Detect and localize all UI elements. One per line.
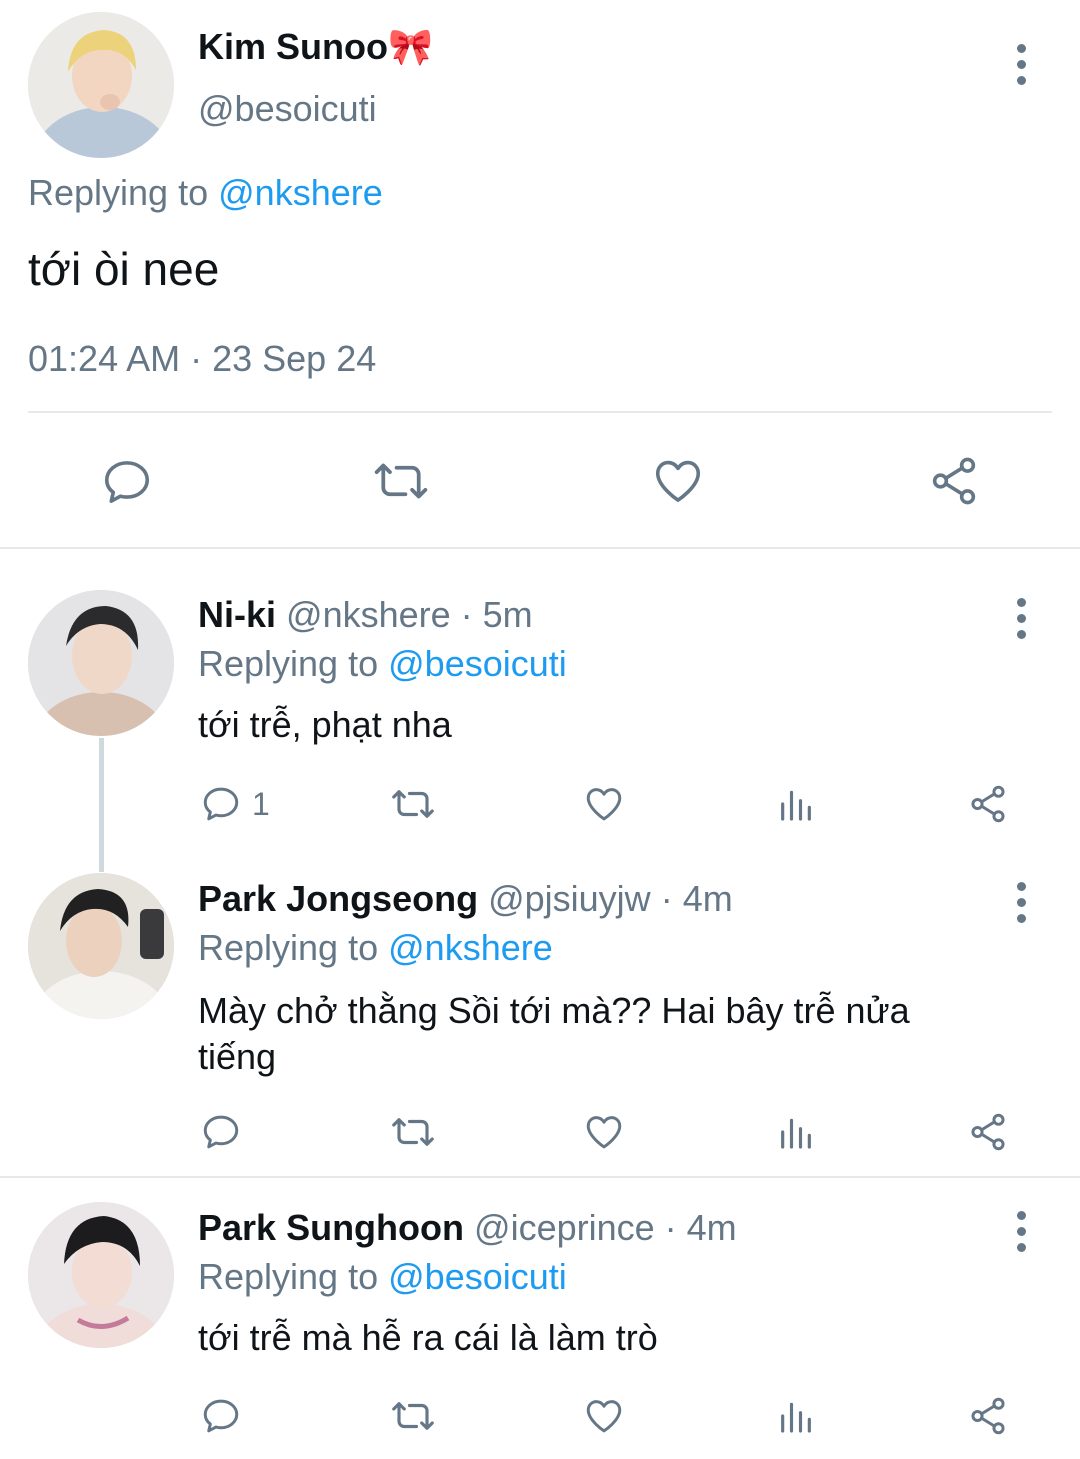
section-divider xyxy=(0,1176,1080,1178)
thread-connector xyxy=(99,738,104,872)
tweet-timestamp: 01:24 AM · 23 Sep 24 xyxy=(28,338,377,379)
reply-count: 1 xyxy=(252,786,270,822)
like-icon[interactable] xyxy=(582,1395,626,1437)
divider xyxy=(28,411,1052,413)
share-icon[interactable] xyxy=(966,1395,1010,1437)
reply-icon[interactable] xyxy=(200,1111,242,1153)
share-icon[interactable] xyxy=(966,783,1010,825)
replying-to-handle-link[interactable]: @nkshere xyxy=(388,927,553,968)
retweet-icon[interactable] xyxy=(388,1395,438,1437)
replying-to-handle-link[interactable]: @nkshere xyxy=(218,172,383,213)
replying-to: Replying to @besoicuti xyxy=(198,1256,567,1298)
more-options-icon[interactable] xyxy=(1014,1211,1028,1252)
replying-prefix: Replying to xyxy=(198,643,379,684)
analytics-icon[interactable] xyxy=(776,1396,816,1436)
avatar-ni-ki[interactable] xyxy=(28,590,174,736)
reply-icon[interactable] xyxy=(200,783,242,825)
display-name-text: Kim Sunoo xyxy=(198,26,388,67)
replying-to-handle-link[interactable]: @besoicuti xyxy=(388,643,567,684)
like-icon[interactable] xyxy=(650,454,706,508)
replying-prefix: Replying to xyxy=(28,172,209,213)
more-options-icon[interactable] xyxy=(1014,598,1028,639)
reply-header: Ni-ki @nkshere · 5m xyxy=(198,594,533,636)
replying-prefix: Replying to xyxy=(198,927,379,968)
replying-to: Replying to @nkshere xyxy=(198,927,553,969)
replying-prefix: Replying to xyxy=(198,1256,379,1297)
avatar-park-sunghoon[interactable] xyxy=(28,1202,174,1348)
author-handle[interactable]: @besoicuti xyxy=(198,88,377,130)
avatar-kim-sunoo[interactable] xyxy=(28,12,174,158)
author-display-name[interactable]: Kim Sunoo🎀 xyxy=(198,26,433,68)
reply-text-line: tiếng xyxy=(198,1036,277,1077)
replying-to-handle-link[interactable]: @besoicuti xyxy=(388,1256,567,1297)
ribbon-emoji: 🎀 xyxy=(387,26,433,67)
reply-display-name[interactable]: Park Jongseong xyxy=(198,878,478,919)
reply-display-name[interactable]: Ni-ki xyxy=(198,594,276,635)
more-options-icon[interactable] xyxy=(1014,44,1028,85)
section-divider xyxy=(0,547,1080,549)
reply-time: · 5m xyxy=(460,594,533,635)
reply-icon[interactable] xyxy=(100,455,154,509)
share-icon[interactable] xyxy=(926,454,982,508)
reply-time: · 4m xyxy=(660,878,733,919)
retweet-icon[interactable] xyxy=(388,1111,438,1153)
reply-handle[interactable]: @iceprince xyxy=(474,1207,655,1248)
replying-to: Replying to @nkshere xyxy=(28,172,383,214)
analytics-icon[interactable] xyxy=(776,1112,816,1152)
avatar-park-jongseong[interactable] xyxy=(28,873,174,1019)
reply-display-name[interactable]: Park Sunghoon xyxy=(198,1207,464,1248)
retweet-icon[interactable] xyxy=(370,454,432,508)
retweet-icon[interactable] xyxy=(388,783,438,825)
like-icon[interactable] xyxy=(582,783,626,825)
analytics-icon[interactable] xyxy=(776,784,816,824)
share-icon[interactable] xyxy=(966,1111,1010,1153)
reply-header: Park Jongseong @pjsiuyjw · 4m xyxy=(198,878,733,920)
reply-time: · 4m xyxy=(664,1207,737,1248)
reply-handle[interactable]: @pjsiuyjw xyxy=(488,878,651,919)
tweet-text: tới òi nee xyxy=(28,243,220,295)
reply-handle[interactable]: @nkshere xyxy=(286,594,451,635)
replying-to: Replying to @besoicuti xyxy=(198,643,567,685)
like-icon[interactable] xyxy=(582,1111,626,1153)
more-options-icon[interactable] xyxy=(1014,882,1028,923)
reply-text-line: Mày chở thằng Sồi tới mà?? Hai bây trễ n… xyxy=(198,990,910,1031)
reply-header: Park Sunghoon @iceprince · 4m xyxy=(198,1207,737,1249)
reply-text: Mày chở thằng Sồi tới mà?? Hai bây trễ n… xyxy=(198,988,910,1080)
reply-text: tới trễ, phạt nha xyxy=(198,704,452,745)
reply-icon[interactable] xyxy=(200,1395,242,1437)
reply-text: tới trễ mà hễ ra cái là làm trò xyxy=(198,1317,658,1358)
